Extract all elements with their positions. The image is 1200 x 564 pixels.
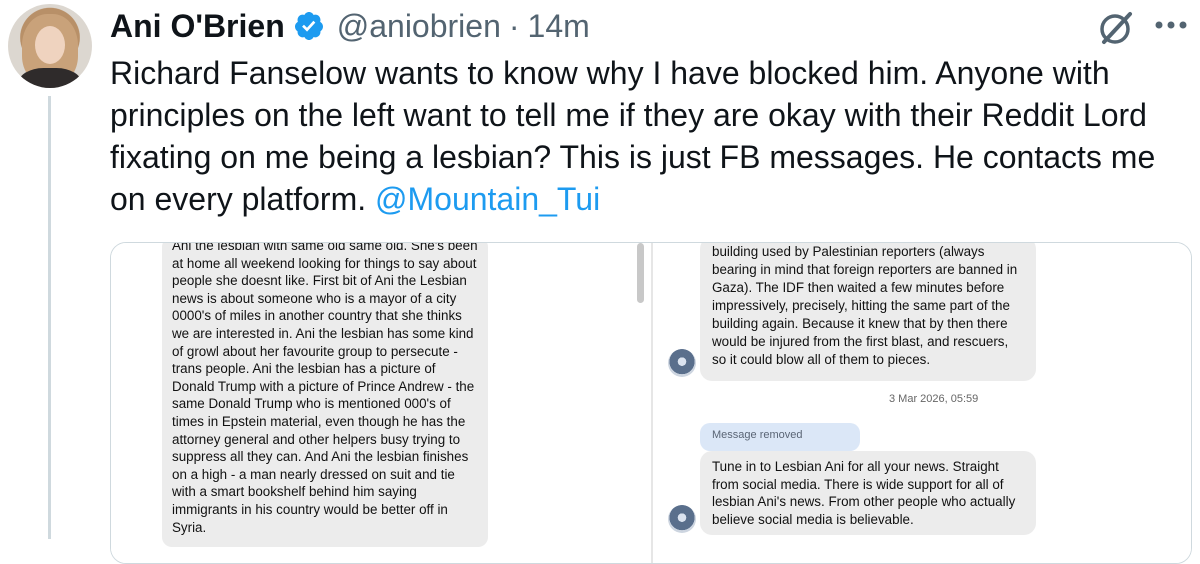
grok-icon[interactable] — [1096, 8, 1136, 48]
mention-link[interactable]: @Mountain_Tui — [375, 181, 600, 217]
right-message-1-text: building used by Palestinian reporters (… — [712, 244, 1018, 367]
right-message-2-text: Tune in to Lesbian Ani for all your news… — [712, 459, 1016, 527]
author-handle[interactable]: @aniobrien — [337, 8, 501, 45]
scrollbar — [637, 243, 644, 303]
attached-image[interactable]: Ani the lesbian with same old same old. … — [110, 242, 1192, 564]
thread-line — [48, 96, 51, 539]
message-timestamp: 3 Mar 2026, 05:59 — [889, 393, 979, 405]
message-bubble-right-1: building used by Palestinian reporters (… — [700, 243, 1036, 381]
author-avatar[interactable] — [8, 4, 92, 88]
screenshot-right: building used by Palestinian reporters (… — [651, 243, 1191, 563]
sender-avatar — [668, 505, 696, 533]
tweet-text: Richard Fanselow wants to know why I hav… — [110, 52, 1195, 220]
separator-dot: · — [508, 7, 520, 44]
tweet-header: Ani O'Brien @aniobrien · 14m — [110, 4, 590, 48]
more-options-icon[interactable] — [1154, 20, 1188, 30]
verified-badge-icon — [294, 12, 323, 40]
tweet-body: Richard Fanselow wants to know why I hav… — [110, 55, 1156, 217]
post-time[interactable]: 14m — [528, 8, 590, 45]
sender-avatar — [668, 349, 696, 377]
message-removed-bubble: Message removed — [700, 423, 860, 451]
author-name[interactable]: Ani O'Brien — [110, 8, 285, 45]
message-bubble-right-2: Tune in to Lesbian Ani for all your news… — [700, 451, 1036, 535]
message-bubble-left: Ani the lesbian with same old same old. … — [162, 242, 488, 547]
screenshot-left: Ani the lesbian with same old same old. … — [111, 243, 651, 563]
left-message-text: Ani the lesbian with same old same old. … — [172, 242, 478, 535]
